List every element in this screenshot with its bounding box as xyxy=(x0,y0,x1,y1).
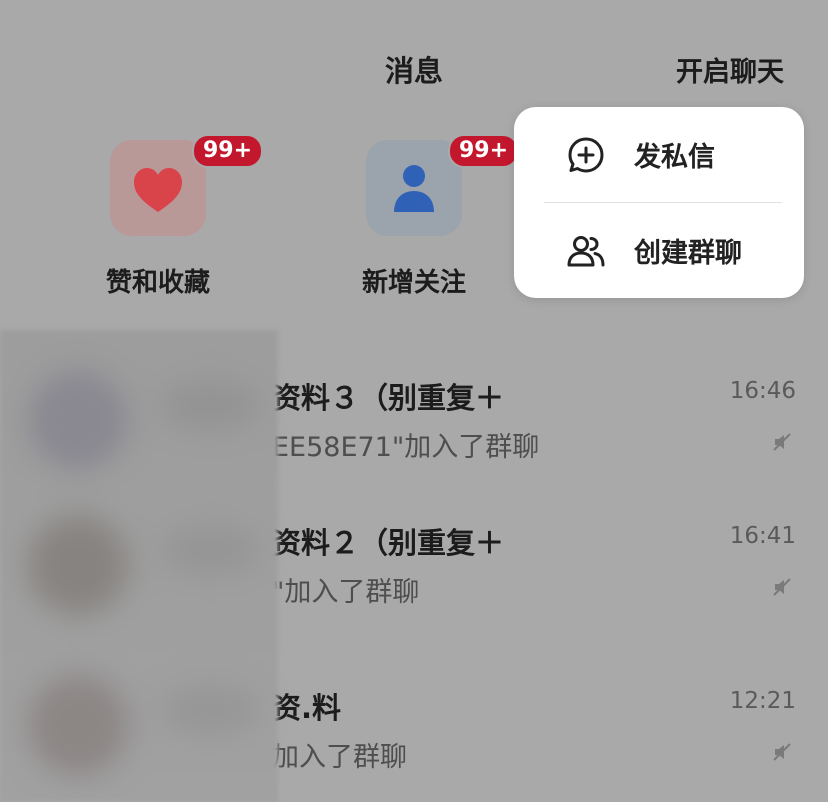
followers-tile: 99+ xyxy=(366,134,520,236)
conversation-name: 资料３（别重复＋ xyxy=(272,381,505,415)
conversation-name: 资.料 xyxy=(272,691,342,725)
likes-favorites-entry[interactable]: 99+ 赞和收藏 xyxy=(88,134,264,299)
avatar xyxy=(28,370,128,470)
likes-tile: 99+ xyxy=(110,134,264,236)
conversation-last-message: EE58E71"加入了群聊 xyxy=(272,432,540,463)
avatar xyxy=(28,675,128,775)
menu-item-label: 创建群聊 xyxy=(634,238,742,269)
start-chat-button[interactable]: 开启聊天 xyxy=(676,50,784,89)
likes-label: 赞和收藏 xyxy=(105,268,210,298)
conversation-last-message: 加入了群聊 xyxy=(272,742,407,773)
chat-plus-icon xyxy=(568,137,604,172)
mute-icon xyxy=(773,743,791,761)
followers-label: 新增关注 xyxy=(361,268,466,298)
mute-icon xyxy=(773,433,791,451)
followers-badge: 99+ xyxy=(448,134,520,168)
avatar xyxy=(160,380,260,430)
avatar xyxy=(160,525,260,575)
mute-icon xyxy=(773,578,791,596)
avatar xyxy=(160,685,260,735)
group-icon xyxy=(567,235,605,266)
blurred-avatars-region xyxy=(0,330,278,802)
likes-badge: 99+ xyxy=(192,134,264,168)
messages-page: 消息 开启聊天 99+ 赞和收藏 99+ 新增关注 资料３（别重复＋ EE58E… xyxy=(0,0,828,802)
conversation-time: 12:21 xyxy=(729,688,796,714)
avatar xyxy=(28,515,128,615)
menu-item-send-message[interactable]: 发私信 xyxy=(514,107,804,202)
menu-item-create-group[interactable]: 创建群聊 xyxy=(514,203,804,298)
conversation-time: 16:46 xyxy=(729,378,796,404)
menu-item-label: 发私信 xyxy=(634,142,715,173)
start-chat-menu: 发私信 创建群聊 xyxy=(514,107,804,298)
conversation-last-message: "加入了群聊 xyxy=(272,577,420,608)
conversation-name: 资料２（别重复＋ xyxy=(272,526,505,560)
new-followers-entry[interactable]: 99+ 新增关注 xyxy=(344,134,520,299)
conversation-time: 16:41 xyxy=(729,523,796,549)
